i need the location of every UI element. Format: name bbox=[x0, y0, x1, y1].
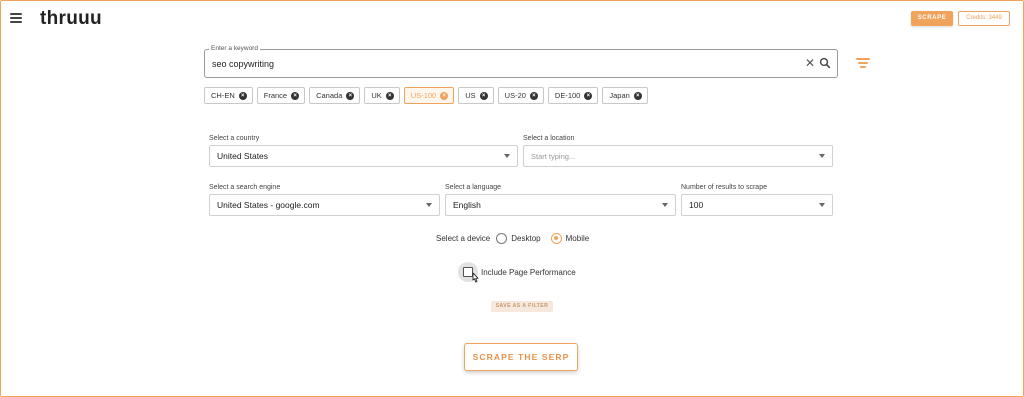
radio-mobile-label[interactable]: Mobile bbox=[566, 234, 590, 243]
device-label: Select a device bbox=[436, 233, 491, 243]
search-icon[interactable] bbox=[819, 57, 831, 69]
location-select[interactable]: Start typing... bbox=[523, 145, 833, 167]
credits-badge[interactable]: Credits: 3449 bbox=[958, 11, 1010, 26]
remove-icon[interactable]: × bbox=[633, 91, 642, 100]
remove-icon[interactable]: × bbox=[238, 91, 247, 100]
country-label: Select a country bbox=[209, 135, 260, 142]
keyword-label: Enter a keyword bbox=[209, 45, 260, 52]
clear-icon[interactable]: ✕ bbox=[805, 57, 815, 69]
menu-icon[interactable] bbox=[10, 13, 22, 23]
results-count-select[interactable]: 100 bbox=[681, 194, 833, 216]
filter-icon[interactable] bbox=[856, 58, 870, 70]
save-as-filter-button[interactable]: SAVE AS A FILTER bbox=[491, 301, 553, 312]
page-performance-label[interactable]: Include Page Performance bbox=[481, 268, 576, 277]
app-logo[interactable]: thruuu bbox=[40, 8, 102, 30]
engine-label: Select a search engine bbox=[209, 184, 281, 191]
remove-icon[interactable]: × bbox=[529, 91, 538, 100]
remove-icon[interactable]: × bbox=[346, 91, 355, 100]
chip-us-100[interactable]: US-100 × bbox=[403, 87, 455, 104]
radio-mobile[interactable] bbox=[550, 232, 562, 244]
results-label: Number of results to scrape bbox=[681, 184, 767, 191]
chip-japan[interactable]: Japan × bbox=[602, 87, 648, 104]
remove-icon[interactable]: × bbox=[385, 91, 394, 100]
keyword-input[interactable] bbox=[212, 59, 772, 69]
chip-ch-en[interactable]: CH-EN × bbox=[204, 87, 253, 104]
remove-icon[interactable]: × bbox=[440, 91, 449, 100]
chevron-down-icon bbox=[504, 154, 510, 158]
remove-icon[interactable]: × bbox=[584, 91, 593, 100]
chip-us[interactable]: US × bbox=[458, 87, 494, 104]
chevron-down-icon bbox=[819, 154, 825, 158]
mouse-cursor-icon bbox=[472, 272, 479, 283]
location-label: Select a location bbox=[523, 135, 575, 142]
chip-france[interactable]: France × bbox=[256, 87, 306, 104]
device-selector: Select a device Desktop Mobile bbox=[436, 231, 589, 245]
remove-icon[interactable]: × bbox=[479, 91, 488, 100]
chip-uk[interactable]: UK × bbox=[364, 87, 400, 104]
chip-de-100[interactable]: DE-100 × bbox=[547, 87, 599, 104]
chip-canada[interactable]: Canada × bbox=[309, 87, 361, 104]
top-bar: thruuu SCRAPE Credits: 3449 bbox=[0, 0, 1024, 36]
remove-icon[interactable]: × bbox=[291, 91, 300, 100]
chip-us-20[interactable]: US-20 × bbox=[497, 87, 544, 104]
scrape-button[interactable]: SCRAPE bbox=[911, 11, 953, 26]
chevron-down-icon bbox=[819, 203, 825, 207]
scrape-the-serp-button[interactable]: SCRAPE THE SERP bbox=[464, 343, 578, 371]
chevron-down-icon bbox=[426, 203, 432, 207]
language-select[interactable]: English bbox=[445, 194, 676, 216]
country-select[interactable]: United States bbox=[209, 145, 518, 167]
keyword-field[interactable]: Enter a keyword ✕ bbox=[204, 45, 838, 78]
language-label: Select a language bbox=[445, 184, 502, 191]
chevron-down-icon bbox=[662, 203, 668, 207]
search-engine-select[interactable]: United States - google.com bbox=[209, 194, 440, 216]
radio-desktop-label[interactable]: Desktop bbox=[511, 234, 540, 243]
radio-desktop[interactable] bbox=[496, 232, 508, 244]
saved-filter-chips: CH-EN × France × Canada × UK × US-100 × US × U… bbox=[204, 87, 648, 104]
